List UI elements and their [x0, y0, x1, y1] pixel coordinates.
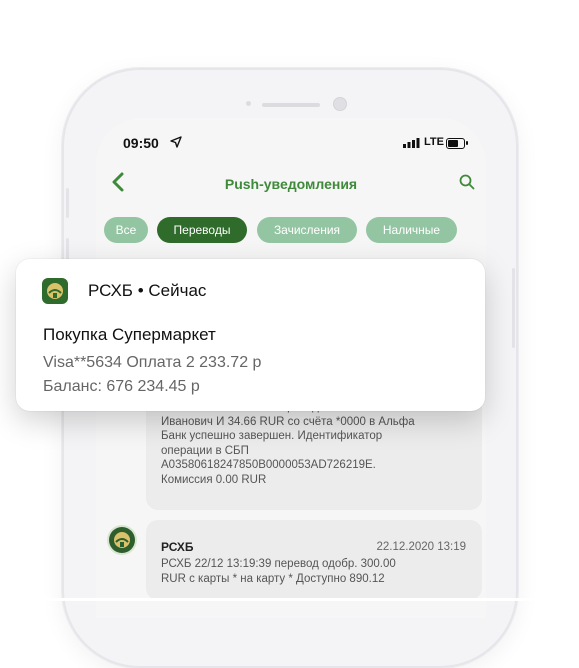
filter-chip-deposits[interactable]: Зачисления [257, 217, 357, 243]
battery-tip [466, 141, 468, 145]
signal-icon [403, 138, 420, 148]
status-bar: 09:50 LTE [96, 135, 486, 153]
phone-camera [333, 97, 347, 111]
filter-chip-cash[interactable]: Наличные [366, 217, 457, 243]
filter-chip-transfers[interactable]: Переводы [157, 217, 247, 243]
message-date: 22.12.2020 13:19 [376, 541, 466, 553]
notification-title: Покупка Супермаркет [43, 325, 216, 344]
message-line: A03580618247850B0000053AD726219E. [161, 459, 376, 471]
phone-side-button [512, 268, 515, 348]
notification-line: Баланс: 676 234.45 р [43, 378, 200, 395]
battery-icon [446, 138, 465, 149]
message-line: RUR с карты * на карту * Доступно 890.12 [161, 572, 385, 585]
filter-chip-all[interactable]: Все [104, 217, 148, 243]
search-icon[interactable] [459, 174, 475, 190]
nav-bar: Push-уведомления [96, 168, 486, 198]
push-notification[interactable]: РСХБ • Сейчас Покупка Супермаркет Visa**… [16, 259, 485, 411]
message-line: операции в СБП [161, 444, 249, 457]
app-icon [42, 278, 68, 304]
network-type: LTE [424, 136, 444, 148]
message-card[interactable]: РСХБ 22.12.2020 13:19 РСХБ 22/12 13:19:3… [146, 520, 482, 600]
notification-line: Visa**5634 Оплата 2 233.72 р [43, 354, 262, 371]
phone-speaker [262, 103, 320, 107]
bank-logo-icon [114, 532, 130, 548]
phone-sensor [246, 101, 251, 106]
bank-avatar [109, 527, 135, 553]
phone-side-button [66, 188, 69, 218]
message-line: Банк успешно завершен. Идентификатор [161, 430, 383, 442]
message-line: Комиссия 0.00 RUR [161, 473, 267, 486]
page-title: Push-уведомления [224, 176, 358, 192]
location-arrow-icon [170, 136, 182, 148]
message-line: РСХБ 22/12 13:19:39 перевод одобр. 300.0… [161, 558, 396, 570]
message-line: Иванович И 34.66 RUR со счёта *0000 в Ал… [161, 415, 415, 428]
notification-header: РСХБ • Сейчас [88, 281, 207, 300]
status-time: 09:50 [123, 135, 159, 151]
message-sender: РСХБ [161, 540, 194, 554]
bank-logo-icon [47, 283, 63, 299]
